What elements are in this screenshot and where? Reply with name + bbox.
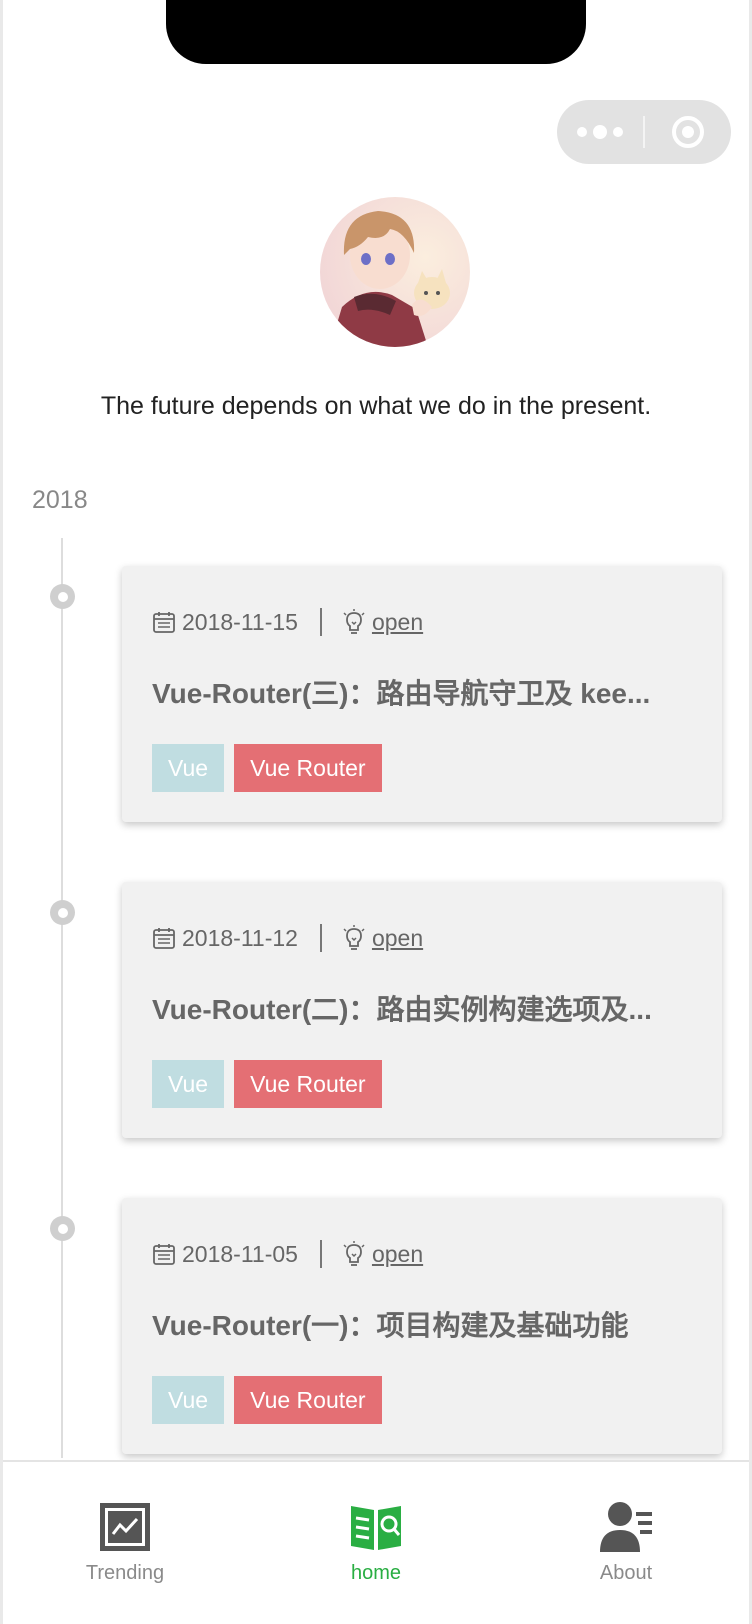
lightbulb-icon [342, 925, 366, 951]
tag-vue-router[interactable]: Vue Router [234, 1376, 382, 1424]
meta-divider [319, 1240, 322, 1268]
target-close-icon[interactable] [645, 100, 731, 164]
calendar-icon [152, 610, 176, 634]
timeline-dot [50, 1216, 75, 1241]
lightbulb-icon [342, 609, 366, 635]
meta-divider [319, 924, 322, 952]
post-card[interactable]: 2018-11-12 open Vue-Router(二)：路由实例构建选项及.… [122, 882, 722, 1138]
avatar[interactable] [320, 197, 470, 347]
post-tags: Vue Vue Router [152, 744, 382, 792]
post-title[interactable]: Vue-Router(三)：路由导航守卫及 kee... [152, 676, 672, 712]
post-meta: 2018-11-05 open [152, 1236, 423, 1272]
tab-bar: Trending home About [0, 1460, 752, 1624]
post-date: 2018-11-12 [182, 924, 298, 951]
post-status-link[interactable]: open [372, 609, 423, 636]
tab-label: About [599, 1562, 653, 1584]
calendar-icon [152, 926, 176, 950]
tag-vue-router[interactable]: Vue Router [234, 744, 382, 792]
post-title[interactable]: Vue-Router(一)：项目构建及基础功能 [152, 1308, 672, 1344]
timeline-dot [50, 900, 75, 925]
timeline-line [61, 538, 63, 1458]
post-card[interactable]: 2018-11-05 open Vue-Router(一)：项目构建及基础功能 … [122, 1198, 722, 1454]
post-date: 2018-11-05 [182, 1240, 298, 1267]
tab-label: Trending [85, 1562, 165, 1584]
meta-divider [319, 608, 322, 636]
timeline-year: 2018 [32, 486, 88, 514]
tab-trending[interactable]: Trending [45, 1500, 205, 1585]
post-meta: 2018-11-15 open [152, 604, 423, 640]
post-tags: Vue Vue Router [152, 1376, 382, 1424]
trending-icon [97, 1500, 153, 1554]
more-dots-icon[interactable] [557, 100, 643, 164]
miniprogram-capsule [557, 100, 731, 164]
app-frame: The future depends on what we do in the … [0, 0, 752, 1624]
profile-motto: The future depends on what we do in the … [100, 392, 652, 420]
tab-label: home [350, 1562, 402, 1584]
about-user-icon [598, 1500, 654, 1554]
tag-vue[interactable]: Vue [152, 1060, 225, 1108]
post-status-link[interactable]: open [372, 1241, 423, 1268]
calendar-icon [152, 1242, 176, 1266]
post-card[interactable]: 2018-11-15 open Vue-Router(三)：路由导航守卫及 ke… [122, 566, 722, 822]
post-title[interactable]: Vue-Router(二)：路由实例构建选项及... [152, 992, 672, 1028]
home-book-icon [348, 1500, 404, 1554]
post-status-link[interactable]: open [372, 925, 423, 952]
tag-vue[interactable]: Vue [152, 744, 225, 792]
device-notch [166, 0, 586, 64]
post-tags: Vue Vue Router [152, 1060, 382, 1108]
post-meta: 2018-11-12 open [152, 920, 423, 956]
post-date: 2018-11-15 [182, 608, 298, 635]
tab-about[interactable]: About [546, 1500, 706, 1585]
timeline-dot [50, 584, 75, 609]
tab-home[interactable]: home [296, 1500, 456, 1585]
tag-vue-router[interactable]: Vue Router [234, 1060, 382, 1108]
tag-vue[interactable]: Vue [152, 1376, 225, 1424]
lightbulb-icon [342, 1241, 366, 1267]
